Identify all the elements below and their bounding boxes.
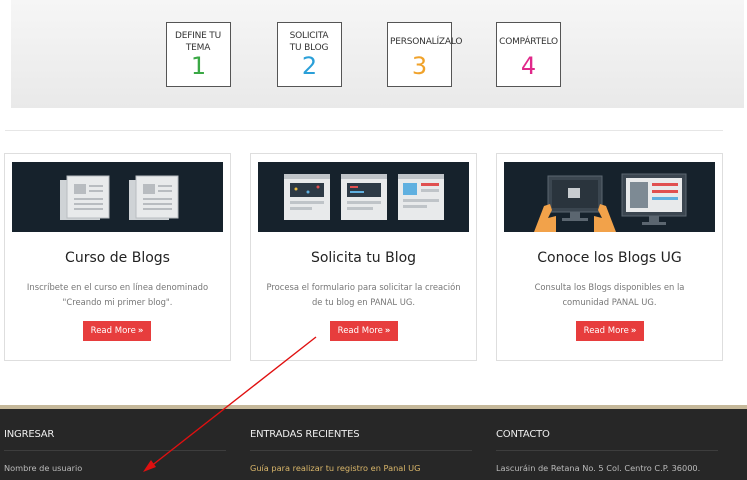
- card-title: Conoce los Blogs UG: [537, 250, 682, 266]
- read-more-label: Read More: [583, 326, 629, 336]
- footer: INGRESAR Nombre de usuario ENTRADAS RECI…: [0, 409, 747, 480]
- browser-windows-icon: [258, 162, 469, 232]
- footer-recent-heading: ENTRADAS RECIENTES: [250, 429, 360, 440]
- contact-address: Lascuráin de Retana No. 5 Col. Centro C.…: [496, 463, 701, 473]
- step-4-number: 4: [520, 52, 537, 80]
- read-more-label: Read More: [90, 326, 136, 336]
- footer-divider: [4, 450, 226, 451]
- card-title: Solicita tu Blog: [310, 250, 417, 266]
- double-chevron-right-icon: »: [384, 326, 391, 336]
- step-1-title: DEFINE TU TEMA: [174, 31, 221, 53]
- step-4-title: COMPÁRTELO: [499, 37, 558, 47]
- recent-post-item: Guía para realizar tu registro en Panal …: [250, 463, 421, 473]
- footer-divider: [496, 450, 718, 451]
- double-chevron-right-icon: »: [630, 326, 637, 336]
- card-conoce-los-blogs-ug: Conoce los Blogs UG Consulta los Blogs d…: [496, 153, 723, 361]
- card-description: Procesa el formulario para solicitar la …: [266, 282, 461, 307]
- computer-monitors-icon: [504, 162, 715, 232]
- documents-icon: [12, 162, 223, 232]
- step-3-box: PERSONALÍZALO 3: [387, 22, 463, 87]
- section-divider: [5, 130, 723, 131]
- recent-post-link[interactable]: Guía para realizar tu registro en Panal …: [250, 463, 421, 473]
- double-chevron-right-icon: »: [137, 326, 144, 336]
- card-title: Curso de Blogs: [65, 250, 170, 266]
- step-2-number: 2: [301, 52, 318, 80]
- steps-banner: [11, 0, 744, 108]
- footer-divider: [250, 450, 472, 451]
- read-more-button[interactable]: Read More»: [83, 321, 151, 341]
- step-1-number: 1: [190, 52, 207, 80]
- card-solicita-tu-blog: Solicita tu Blog Procesa el formulario p…: [250, 153, 477, 361]
- step-3-title: PERSONALÍZALO: [390, 37, 463, 47]
- step-2-box: SOLICITA TU BLOG 2: [277, 22, 342, 87]
- read-more-label: Read More: [337, 326, 383, 336]
- card-description: Inscríbete en el curso en línea denomina…: [26, 282, 209, 307]
- card-curso-de-blogs: Curso de Blogs Inscríbete en el curso en…: [4, 153, 231, 361]
- card-description: Consulta los Blogs disponibles en la com…: [534, 282, 685, 307]
- footer-contact-heading: CONTACTO: [496, 429, 550, 440]
- step-1-box: DEFINE TU TEMA 1: [166, 22, 231, 87]
- step-4-box: COMPÁRTELO 4: [496, 22, 561, 87]
- footer-login-heading: INGRESAR: [4, 429, 55, 440]
- read-more-button[interactable]: Read More»: [330, 321, 398, 341]
- step-2-title: SOLICITA TU BLOG: [289, 31, 329, 53]
- step-3-number: 3: [411, 52, 428, 80]
- username-label: Nombre de usuario: [4, 463, 83, 473]
- read-more-button[interactable]: Read More»: [576, 321, 644, 341]
